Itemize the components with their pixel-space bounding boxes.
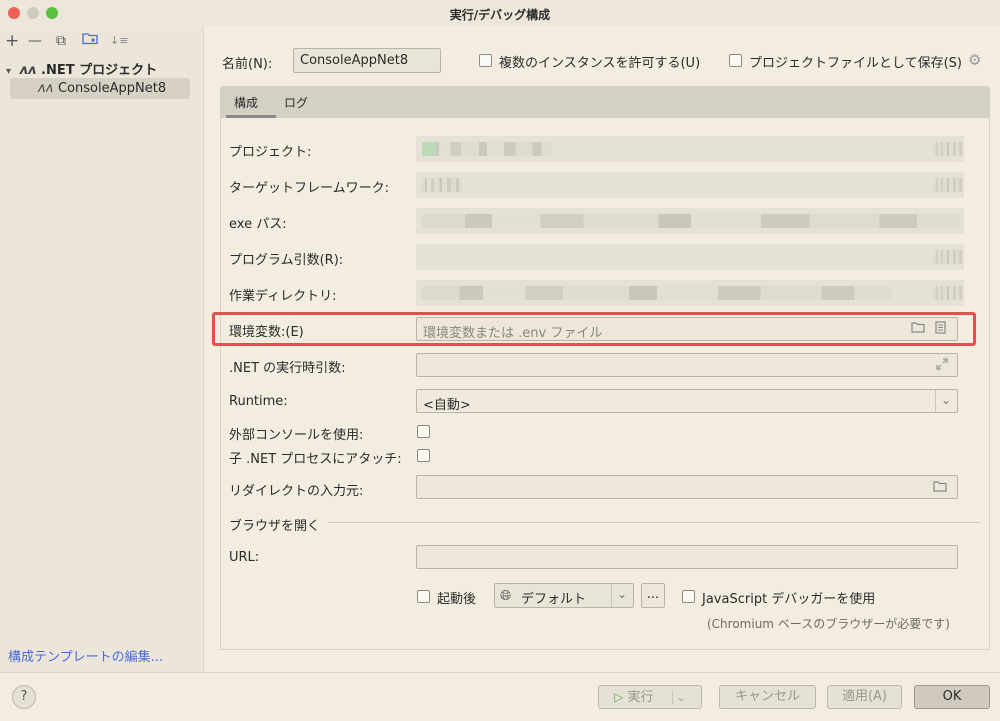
redirect-input-label: リダイレクトの入力元: — [229, 484, 364, 499]
redacted-value — [934, 178, 964, 192]
runtime-select[interactable]: <自動> ⌄ — [416, 389, 958, 413]
globe-icon: 🌐︎ — [500, 588, 512, 604]
redacted-value — [422, 178, 462, 192]
redacted-value — [934, 142, 964, 156]
folder-icon[interactable] — [911, 321, 925, 336]
sort-icon[interactable]: ↓≡ — [110, 34, 128, 47]
runtime-label: Runtime: — [229, 394, 288, 409]
project-field[interactable] — [416, 136, 964, 162]
js-debugger-label: JavaScript デバッガーを使用 — [702, 592, 876, 607]
redacted-value — [934, 250, 964, 264]
allow-multiple-label: 複数のインスタンスを許可する(U) — [499, 56, 701, 71]
after-launch-label: 起動後 — [437, 592, 477, 607]
runtime-args-input[interactable] — [416, 353, 958, 377]
attach-child-label: 子 .NET プロセスにアタッチ: — [229, 452, 402, 467]
redacted-value — [934, 286, 964, 300]
edit-templates-link[interactable]: 構成テンプレートの編集... — [8, 646, 163, 665]
name-label: 名前(N): — [222, 57, 273, 72]
add-icon[interactable]: + — [5, 31, 19, 51]
expand-icon[interactable] — [935, 357, 949, 374]
program-args-field[interactable] — [416, 244, 964, 270]
js-debugger-checkbox[interactable] — [682, 590, 695, 603]
external-console-label: 外部コンソールを使用: — [229, 428, 364, 443]
chromium-note: (Chromium ベースのブラウザーが必要です) — [707, 617, 950, 631]
redacted-value — [422, 286, 892, 300]
program-args-label: プログラム引数(R): — [229, 253, 344, 268]
name-value: ConsoleAppNet8 — [300, 53, 409, 68]
tab-log[interactable]: ログ — [284, 94, 308, 111]
working-dir-label: 作業ディレクトリ: — [229, 289, 337, 304]
remove-icon[interactable]: — — [28, 33, 42, 49]
project-icon — [422, 142, 436, 156]
name-field[interactable]: ConsoleAppNet8 — [293, 48, 441, 73]
ok-button[interactable]: OK — [914, 685, 990, 709]
window-title: 実行/デバッグ構成 — [449, 8, 551, 22]
cancel-button[interactable]: キャンセル — [719, 685, 816, 709]
runtime-value: <自動> — [423, 398, 471, 413]
tree-root-label: .NET プロジェクト — [41, 63, 158, 78]
browser-default-value: デフォルト — [521, 592, 587, 607]
project-label: プロジェクト: — [229, 145, 312, 160]
runtime-args-label: .NET の実行時引数: — [229, 361, 346, 376]
tree-item-label: ConsoleAppNet8 — [58, 81, 167, 96]
attach-child-checkbox[interactable] — [417, 449, 430, 462]
document-icon[interactable] — [935, 321, 946, 337]
section-divider — [328, 522, 980, 523]
help-button[interactable]: ? — [12, 685, 36, 709]
apply-button[interactable]: 適用(A) — [827, 685, 902, 709]
chevron-down-icon[interactable]: ⌄ — [671, 691, 686, 704]
after-launch-checkbox[interactable] — [417, 590, 430, 603]
tree-item-consoleappnet8[interactable]: ᴧᴧ ConsoleAppNet8 — [10, 78, 190, 99]
redirect-input-field[interactable] — [416, 475, 958, 499]
save-as-project-label: プロジェクトファイルとして保存(S) — [749, 56, 963, 71]
dotnet-icon: ᴧᴧ — [38, 81, 54, 96]
play-icon: ▷ — [614, 690, 624, 704]
env-vars-label: 環境変数:(E) — [229, 325, 304, 340]
main-panel: 名前(N): ConsoleAppNet8 複数のインスタンスを許可する(U) … — [204, 26, 1000, 672]
runtime-dropdown[interactable]: ⌄ — [935, 390, 957, 412]
run-label: 実行 — [627, 690, 654, 705]
browser-dropdown[interactable]: ⌄ — [611, 584, 633, 607]
env-vars-input[interactable]: 環境変数または .env ファイル — [416, 317, 958, 341]
exe-path-field[interactable] — [416, 208, 964, 234]
redacted-value — [422, 142, 552, 156]
new-folder-icon[interactable] — [82, 31, 98, 49]
external-console-checkbox[interactable] — [417, 425, 430, 438]
url-input[interactable] — [416, 545, 958, 569]
sidebar: + — ⧉ ↓≡ ▾ ᴧᴧ .NET プロジェクト ᴧᴧ ConsoleAppN… — [0, 26, 204, 672]
gear-icon[interactable]: ⚙ — [968, 51, 981, 69]
bottom-bar: ? ▷ 実行 ⌄ キャンセル 適用(A) OK — [0, 672, 1000, 721]
browser-section-title: ブラウザを開く — [229, 519, 321, 534]
env-vars-placeholder: 環境変数または .env ファイル — [423, 326, 603, 341]
redacted-value — [422, 214, 960, 228]
browser-more-button[interactable]: ... — [641, 583, 665, 608]
working-dir-field[interactable] — [416, 280, 964, 306]
tab-bar: 構成 ログ — [220, 86, 990, 118]
target-framework-label: ターゲットフレームワーク: — [229, 181, 389, 196]
exe-path-label: exe パス: — [229, 217, 287, 232]
tab-configuration[interactable]: 構成 — [234, 94, 258, 111]
chevron-down-icon[interactable]: ▾ — [6, 66, 11, 77]
copy-icon[interactable]: ⧉ — [56, 33, 66, 49]
folder-icon[interactable] — [933, 480, 947, 495]
chevron-down-icon: ⌄ — [617, 587, 628, 601]
tree-root-dotnet[interactable]: ▾ ᴧᴧ .NET プロジェクト — [6, 59, 157, 78]
browser-select[interactable]: 🌐︎ デフォルト ⌄ — [494, 583, 634, 608]
title-bar: 実行/デバッグ構成 — [0, 0, 1000, 26]
run-button[interactable]: ▷ 実行 ⌄ — [598, 685, 702, 709]
dotnet-icon: ᴧᴧ — [19, 63, 37, 78]
url-label: URL: — [229, 550, 260, 565]
target-framework-field[interactable] — [416, 172, 964, 198]
chevron-down-icon: ⌄ — [941, 393, 952, 407]
save-as-project-checkbox[interactable] — [729, 54, 742, 67]
allow-multiple-checkbox[interactable] — [479, 54, 492, 67]
